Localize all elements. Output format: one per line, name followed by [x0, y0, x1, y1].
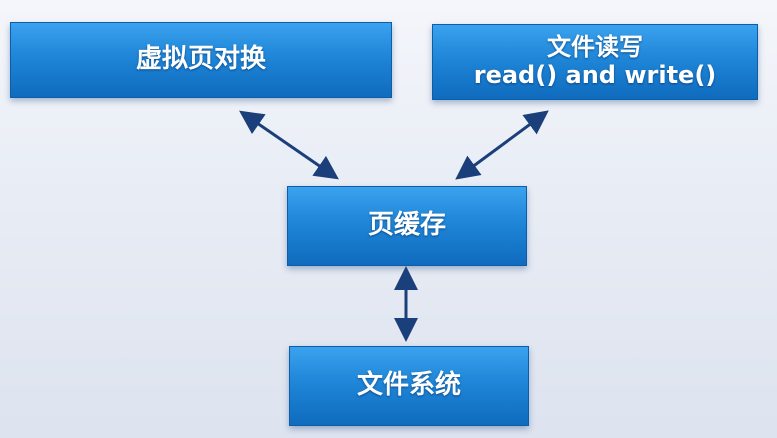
- file-system-box: 文件系统: [289, 346, 529, 426]
- page-cache-label: 页缓存: [367, 210, 446, 241]
- file-system-label: 文件系统: [356, 370, 461, 401]
- virtual-memory-swap-label: 虚拟页对换: [135, 44, 266, 75]
- arrow-vm-to-cache: [239, 110, 339, 180]
- file-read-write-box: 文件读写 read() and write(): [432, 24, 758, 100]
- file-read-write-title: 文件读写: [547, 33, 643, 62]
- virtual-memory-swap-box: 虚拟页对换: [10, 22, 392, 98]
- file-read-write-subtitle: read() and write(): [473, 61, 717, 89]
- page-cache-box: 页缓存: [287, 186, 527, 266]
- diagram-canvas: 虚拟页对换 文件读写 read() and write() 页缓存 文件系统: [0, 0, 777, 438]
- arrow-rw-to-cache: [455, 110, 549, 180]
